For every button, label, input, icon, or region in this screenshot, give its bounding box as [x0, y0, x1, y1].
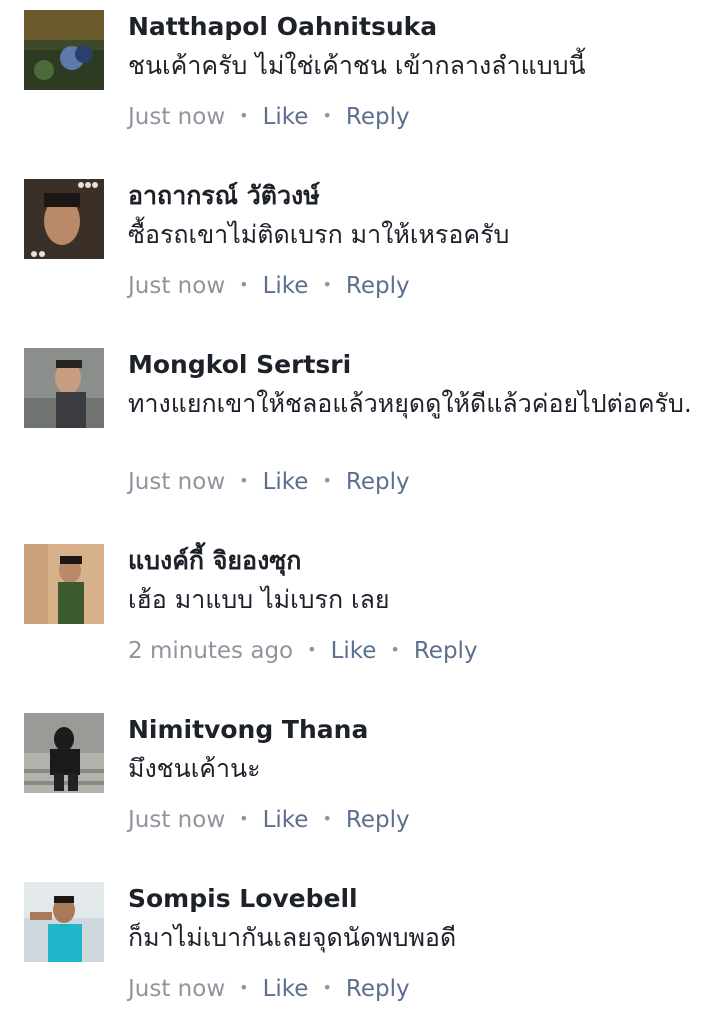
- commenter-name[interactable]: Nimitvong Thana: [128, 715, 368, 745]
- separator-dot: •: [239, 106, 249, 125]
- timestamp: Just now: [128, 273, 226, 299]
- avatar[interactable]: [24, 179, 104, 259]
- reply-button[interactable]: Reply: [346, 469, 410, 495]
- like-button[interactable]: Like: [263, 273, 309, 299]
- separator-dot: •: [390, 640, 400, 659]
- reply-button[interactable]: Reply: [414, 638, 478, 664]
- separator-dot: •: [322, 471, 332, 490]
- like-button[interactable]: Like: [263, 104, 309, 130]
- commenter-name[interactable]: Sompis Lovebell: [128, 884, 358, 914]
- timestamp: 2 minutes ago: [128, 638, 294, 664]
- separator-dot: •: [239, 471, 249, 490]
- commenter-name[interactable]: แบงค์กี้ จิยองซุก: [128, 546, 301, 576]
- separator-dot: •: [239, 978, 249, 997]
- reply-button[interactable]: Reply: [346, 104, 410, 130]
- avatar[interactable]: [24, 348, 104, 428]
- separator-dot: •: [239, 275, 249, 294]
- comment-text: เฮ้อ มาแบบ ไม่เบรก เลย: [128, 585, 390, 614]
- comment-text: มึงชนเค้านะ: [128, 754, 261, 783]
- comment-meta: 2 minutes ago • Like • Reply: [128, 635, 478, 666]
- like-button[interactable]: Like: [263, 807, 309, 833]
- commenter-name[interactable]: Natthapol Oahnitsuka: [128, 12, 437, 42]
- avatar[interactable]: [24, 10, 104, 90]
- reply-button[interactable]: Reply: [346, 976, 410, 1002]
- separator-dot: •: [322, 809, 332, 828]
- comment-text: ซื้อรถเขาไม่ติดเบรก มาให้เหรอครับ: [128, 220, 510, 249]
- comment-meta: Just now • Like • Reply: [128, 804, 410, 835]
- avatar[interactable]: [24, 544, 104, 624]
- like-button[interactable]: Like: [263, 976, 309, 1002]
- avatar[interactable]: [24, 713, 104, 793]
- separator-dot: •: [322, 978, 332, 997]
- separator-dot: •: [239, 809, 249, 828]
- comment-meta: Just now • Like • Reply: [128, 101, 410, 132]
- separator-dot: •: [322, 106, 332, 125]
- reply-button[interactable]: Reply: [346, 273, 410, 299]
- timestamp: Just now: [128, 807, 226, 833]
- comment-meta: Just now • Like • Reply: [128, 973, 410, 1004]
- like-button[interactable]: Like: [263, 469, 309, 495]
- comment-meta: Just now • Like • Reply: [128, 270, 410, 301]
- commenter-name[interactable]: อาถากรณ์ วัติวงษ์: [128, 181, 320, 211]
- separator-dot: •: [307, 640, 317, 659]
- comment-meta: Just now • Like • Reply: [128, 466, 410, 497]
- comment-text: ทางแยกเขาให้ชลอแล้วหยุดดูให้ดีแล้วค่อยไป…: [128, 389, 692, 418]
- comment-text: ก็มาไม่เบากันเลยจุดนัดพบพอดี: [128, 923, 457, 952]
- timestamp: Just now: [128, 104, 226, 130]
- timestamp: Just now: [128, 469, 226, 495]
- like-button[interactable]: Like: [331, 638, 377, 664]
- separator-dot: •: [322, 275, 332, 294]
- comment-text: ชนเค้าครับ ไม่ใช่เค้าชน เข้ากลางลำแบบนี้: [128, 51, 586, 80]
- timestamp: Just now: [128, 976, 226, 1002]
- reply-button[interactable]: Reply: [346, 807, 410, 833]
- commenter-name[interactable]: Mongkol Sertsri: [128, 350, 351, 380]
- avatar[interactable]: [24, 882, 104, 962]
